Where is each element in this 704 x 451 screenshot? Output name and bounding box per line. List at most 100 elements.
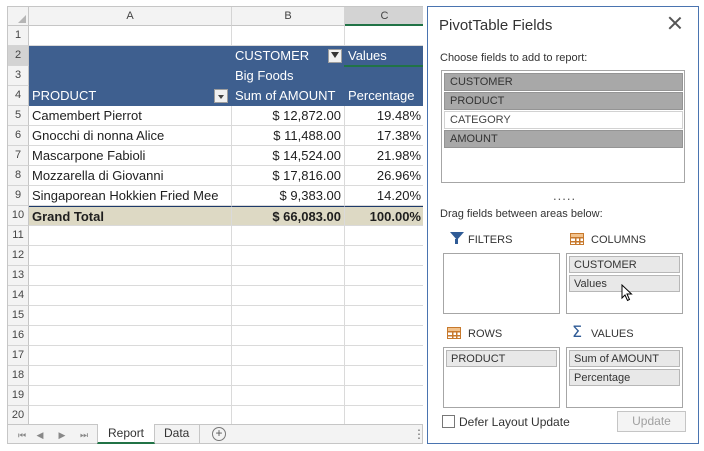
spreadsheet-grid[interactable]: A B C 1 2 3 4 5 6 7 8 9 10 11 12 13 14 1…	[7, 6, 423, 426]
field-category[interactable]: CATEGORY	[444, 111, 683, 129]
sheet-tab-report[interactable]: Report	[97, 424, 156, 444]
update-button[interactable]: Update	[617, 411, 686, 432]
columns-item-customer[interactable]: CUSTOMER	[569, 256, 680, 273]
empty-cell[interactable]	[232, 286, 345, 306]
row-header-15[interactable]: 15	[8, 306, 29, 326]
amount-cell[interactable]: $ 17,816.00	[232, 166, 345, 186]
product-cell[interactable]: Gnocchi di nonna Alice	[29, 126, 232, 146]
product-cell[interactable]: Mascarpone Fabioli	[29, 146, 232, 166]
sum-of-amount-header[interactable]: Sum of AMOUNT	[232, 86, 345, 106]
empty-cell[interactable]	[29, 346, 232, 366]
rows-drop-area[interactable]: PRODUCT	[443, 347, 560, 408]
row-header-12[interactable]: 12	[8, 246, 29, 266]
empty-cell[interactable]	[232, 386, 345, 406]
close-icon[interactable]	[668, 16, 682, 30]
row-header-1[interactable]: 1	[8, 26, 29, 46]
row-header-17[interactable]: 17	[8, 346, 29, 366]
last-sheet-icon[interactable]: ⏭	[76, 427, 92, 443]
row-header-7[interactable]: 7	[8, 146, 29, 166]
empty-cell[interactable]	[29, 266, 232, 286]
customer-filter-dropdown[interactable]	[328, 49, 342, 63]
field-amount[interactable]: AMOUNT	[444, 130, 683, 148]
product-cell[interactable]: Camembert Pierrot	[29, 106, 232, 126]
amount-cell[interactable]: $ 14,524.00	[232, 146, 345, 166]
empty-cell[interactable]	[345, 266, 423, 286]
empty-cell[interactable]	[345, 286, 423, 306]
column-header-c[interactable]: C	[345, 7, 423, 26]
next-sheet-icon[interactable]: ▶	[54, 427, 70, 443]
percentage-header[interactable]: Percentage	[345, 86, 423, 106]
column-header-a[interactable]: A	[29, 7, 232, 26]
empty-cell[interactable]	[29, 306, 232, 326]
rows-item-product[interactable]: PRODUCT	[446, 350, 557, 367]
empty-cell[interactable]	[345, 306, 423, 326]
empty-cell[interactable]	[29, 286, 232, 306]
empty-cell[interactable]	[232, 246, 345, 266]
empty-cell[interactable]	[232, 326, 345, 346]
field-customer[interactable]: CUSTOMER	[444, 73, 683, 91]
empty-cell[interactable]	[232, 226, 345, 246]
percentage-cell[interactable]: 14.20%	[345, 186, 423, 206]
grand-total-percentage[interactable]: 100.00%	[345, 206, 423, 226]
grand-total-amount[interactable]: $ 66,083.00	[232, 206, 345, 226]
row-header-10[interactable]: 10	[8, 206, 29, 226]
row-header-18[interactable]: 18	[8, 366, 29, 386]
cell-a1[interactable]	[29, 26, 232, 46]
percentage-cell[interactable]: 21.98%	[345, 146, 423, 166]
add-sheet-icon[interactable]: +	[212, 427, 226, 441]
sheet-tab-data[interactable]: Data	[154, 424, 201, 444]
percentage-cell[interactable]: 17.38%	[345, 126, 423, 146]
cell-c1[interactable]	[345, 26, 423, 46]
column-header-b[interactable]: B	[232, 7, 345, 26]
row-header-13[interactable]: 13	[8, 266, 29, 286]
amount-cell[interactable]: $ 11,488.00	[232, 126, 345, 146]
pivot-row-field-header[interactable]: PRODUCT	[29, 86, 232, 106]
values-item-sum-of-amount[interactable]: Sum of AMOUNT	[569, 350, 680, 367]
empty-cell[interactable]	[29, 366, 232, 386]
field-product[interactable]: PRODUCT	[444, 92, 683, 110]
tab-splitter-handle[interactable]: ⋮	[413, 427, 425, 441]
empty-cell[interactable]	[345, 406, 423, 425]
values-drop-area[interactable]: Sum of AMOUNT Percentage	[566, 347, 683, 408]
product-filter-dropdown[interactable]	[214, 89, 228, 103]
row-header-16[interactable]: 16	[8, 326, 29, 346]
cell-a3[interactable]	[29, 66, 232, 86]
row-header-3[interactable]: 3	[8, 66, 29, 86]
amount-cell[interactable]: $ 9,383.00	[232, 186, 345, 206]
row-header-19[interactable]: 19	[8, 386, 29, 406]
empty-cell[interactable]	[29, 386, 232, 406]
row-header-11[interactable]: 11	[8, 226, 29, 246]
empty-cell[interactable]	[29, 246, 232, 266]
row-header-5[interactable]: 5	[8, 106, 29, 126]
empty-cell[interactable]	[345, 226, 423, 246]
grand-total-label[interactable]: Grand Total	[29, 206, 232, 226]
empty-cell[interactable]	[345, 246, 423, 266]
row-header-4[interactable]: 4	[8, 86, 29, 106]
empty-cell[interactable]	[29, 226, 232, 246]
product-cell[interactable]: Mozzarella di Giovanni	[29, 166, 232, 186]
select-all-corner[interactable]	[8, 7, 29, 26]
percentage-cell[interactable]: 26.96%	[345, 166, 423, 186]
prev-sheet-icon[interactable]: ◀	[32, 427, 48, 443]
row-header-8[interactable]: 8	[8, 166, 29, 186]
pivot-values-header[interactable]: Values	[345, 46, 423, 66]
cell-b1[interactable]	[232, 26, 345, 46]
cell-a2[interactable]	[29, 46, 232, 66]
values-item-percentage[interactable]: Percentage	[569, 369, 680, 386]
row-header-20[interactable]: 20	[8, 406, 29, 425]
section-splitter[interactable]: .....	[553, 188, 576, 203]
customer-value-big-foods[interactable]: Big Foods	[232, 66, 345, 86]
row-header-6[interactable]: 6	[8, 126, 29, 146]
empty-cell[interactable]	[232, 306, 345, 326]
row-header-9[interactable]: 9	[8, 186, 29, 206]
product-cell[interactable]: Singaporean Hokkien Fried Mee	[29, 186, 232, 206]
pivot-column-field-header[interactable]: CUSTOMER	[232, 46, 345, 66]
empty-cell[interactable]	[232, 406, 345, 425]
percentage-cell[interactable]: 19.48%	[345, 106, 423, 126]
empty-cell[interactable]	[345, 386, 423, 406]
empty-cell[interactable]	[29, 326, 232, 346]
first-sheet-icon[interactable]: ⏮	[14, 427, 30, 443]
empty-cell[interactable]	[232, 266, 345, 286]
empty-cell[interactable]	[345, 366, 423, 386]
empty-cell[interactable]	[345, 346, 423, 366]
